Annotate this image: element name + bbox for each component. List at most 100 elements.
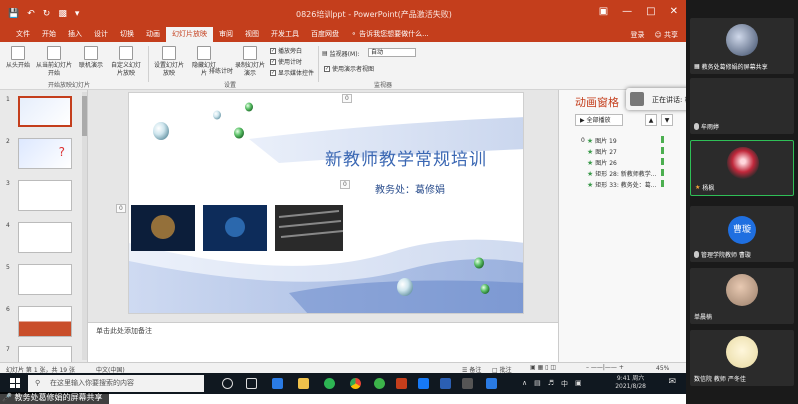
online-present-button[interactable]: 联机演示 (78, 46, 104, 70)
slide-thumbnail[interactable] (18, 264, 72, 295)
slideshow-icon[interactable]: ▩ (58, 9, 67, 19)
chevron-up-icon[interactable]: ∧ (522, 379, 527, 389)
task-view-icon[interactable] (246, 378, 257, 389)
lightbulb-icon: ⚬ (351, 30, 357, 38)
taskbar-search[interactable]: ⚲ 在这里输入你要搜索的内容 (28, 375, 204, 392)
tab-review[interactable]: 审阅 (213, 27, 239, 42)
group-setup-label: 设置 (224, 82, 237, 89)
tab-file[interactable]: 文件 (10, 27, 36, 42)
monitor-select[interactable]: 自动 (368, 48, 416, 57)
slide-thumbnail[interactable] (18, 346, 72, 362)
show-media-checkbox[interactable]: ✓ 显示媒体控件 (270, 68, 314, 77)
zoom-level[interactable]: 45% (656, 365, 669, 372)
app-icon[interactable] (486, 378, 497, 389)
animation-timing-bar (661, 169, 664, 176)
use-timing-checkbox[interactable]: ✓ 使用计时 (270, 57, 302, 66)
login-button[interactable]: 登录 (630, 30, 644, 40)
from-current-button[interactable]: 从当前幻灯片开始 (34, 46, 74, 78)
windows-start-icon[interactable] (10, 378, 20, 388)
animation-label: 矩形 28: 新教师教学... (595, 171, 657, 178)
word-icon[interactable] (440, 378, 451, 389)
record-button[interactable]: 录制幻灯片演示 (234, 46, 266, 78)
slide-thumbnail[interactable]: ? (18, 138, 72, 169)
ribbon-divider (148, 46, 149, 82)
app-icon[interactable] (462, 378, 473, 389)
ribbon-options-icon[interactable]: ▣ (599, 6, 608, 17)
tab-developer[interactable]: 开发工具 (265, 27, 305, 42)
setup-show-button[interactable]: 设置幻灯片放映 (152, 46, 186, 78)
screen-share-caption-text: 教务处葛修娟的屏幕共享 (14, 393, 103, 402)
monitor-value: 自动 (371, 49, 384, 56)
tell-me-search[interactable]: ⚬ 告诉我您想要做什么... (345, 27, 435, 42)
notification-icon[interactable]: ✉ (668, 377, 676, 387)
tab-design[interactable]: 设计 (88, 27, 114, 42)
move-up-button[interactable]: ▲ (645, 114, 657, 126)
ime-indicator[interactable]: 中 (561, 379, 568, 389)
participant-name: 牟雨婷 (701, 124, 720, 131)
show-media-label: 显示媒体控件 (278, 70, 315, 77)
powerpoint-icon[interactable] (396, 378, 407, 389)
wechat-icon[interactable] (374, 378, 385, 389)
maximize-icon[interactable]: □ (646, 6, 655, 17)
slide-thumbnail[interactable] (18, 96, 72, 127)
current-slide[interactable]: 新教师教学常规培训 教务处：葛修娟 (128, 92, 524, 314)
animation-item[interactable]: ★ 图片 27 (587, 147, 617, 157)
cortana-icon[interactable] (222, 378, 233, 389)
from-start-button[interactable]: 从头开始 (6, 46, 30, 70)
custom-show-button[interactable]: 自定义幻灯片放映 (110, 46, 142, 78)
green-drop (245, 102, 253, 112)
participant-tile[interactable]: ★ 杨枫 (690, 140, 794, 196)
share-button[interactable]: ☺ 共享 (654, 30, 678, 40)
play-all-button[interactable]: ▶ 全部播放 (575, 114, 623, 126)
animation-item[interactable]: 0 ★ 图片 19 (581, 136, 617, 146)
slide-thumbnail[interactable] (18, 222, 72, 253)
slide-subtitle[interactable]: 教务处：葛修娟 (375, 181, 445, 196)
volume-icon[interactable]: ♬ (548, 379, 554, 389)
redo-icon[interactable]: ↻ (43, 9, 51, 19)
participant-tile[interactable]: 数信院 教师 严冬佳 (690, 330, 794, 386)
animation-label: 图片 27 (595, 149, 617, 156)
chrome-icon[interactable] (350, 378, 361, 389)
slide-title[interactable]: 新教师教学常规培训 (325, 145, 487, 170)
tab-insert[interactable]: 插入 (62, 27, 88, 42)
participant-tile[interactable]: 曹璇 管理学院教师 曹璇 (690, 206, 794, 262)
play-narration-checkbox[interactable]: ✓ 播放旁白 (270, 46, 302, 55)
share-label: 共享 (664, 31, 678, 39)
animation-item[interactable]: ★ 矩形 28: 新教师教学... (587, 169, 657, 179)
move-down-button[interactable]: ▼ (661, 114, 673, 126)
save-icon[interactable]: 💾 (8, 9, 19, 19)
tab-transitions[interactable]: 切换 (114, 27, 140, 42)
slide-thumbnail[interactable] (18, 180, 72, 211)
close-icon[interactable]: ✕ (670, 6, 678, 17)
thumbnails-scrollbar[interactable] (82, 92, 87, 360)
zoom-slider[interactable]: – ——|—— + (586, 364, 624, 371)
input-mode-icon[interactable]: ▣ (575, 379, 582, 389)
undo-icon[interactable]: ↶ (27, 9, 35, 19)
network-icon[interactable]: ▤ (534, 379, 541, 389)
tab-view[interactable]: 视图 (239, 27, 265, 42)
tab-baidu-netdisk[interactable]: 百度网盘 (305, 27, 345, 42)
meeting-app-icon[interactable] (418, 378, 429, 389)
animation-item[interactable]: ★ 图片 26 (587, 158, 617, 168)
presenter-view-checkbox[interactable]: ✓ 使用演示者视图 (324, 64, 374, 73)
participant-tile[interactable]: 牟雨婷 (690, 78, 794, 134)
customize-icon[interactable]: ▾ (75, 9, 80, 19)
minimize-icon[interactable]: — (622, 6, 632, 17)
view-buttons[interactable]: ▣ ▦ ▯ ◫ (530, 364, 556, 371)
participant-tile[interactable]: 单晨楠 (690, 268, 794, 324)
file-explorer-icon[interactable] (298, 378, 309, 389)
tab-home[interactable]: 开始 (36, 27, 62, 42)
app-icon[interactable] (324, 378, 335, 389)
slide-thumbnail[interactable] (18, 306, 72, 337)
edge-icon[interactable] (272, 378, 283, 389)
tab-slideshow[interactable]: 幻灯片放映 (166, 27, 213, 42)
scrollbar-thumb[interactable] (82, 96, 87, 136)
notes-pane[interactable]: 单击此处添加备注 (88, 322, 558, 362)
animation-item[interactable]: ★ 矩形 33: 教务处：葛... (587, 180, 656, 190)
participant-label: 管理学院教师 曹璇 (694, 250, 751, 259)
participant-tile[interactable]: ▦ 教务处葛修娟的屏幕共享 (690, 18, 794, 74)
tab-animations[interactable]: 动画 (140, 27, 166, 42)
avatar: 曹璇 (728, 216, 756, 244)
clock[interactable]: 9:41 周六 2021/8/28 (615, 375, 646, 391)
person-icon: ☺ (654, 31, 662, 39)
